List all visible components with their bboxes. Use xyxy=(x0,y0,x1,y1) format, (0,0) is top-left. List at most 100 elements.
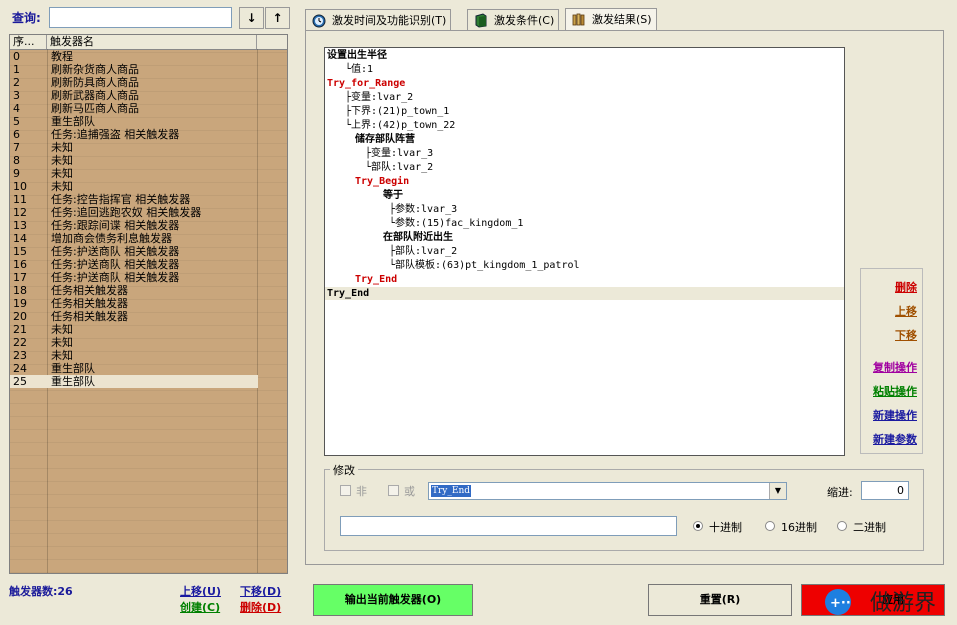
tree-node[interactable]: └值:1 xyxy=(345,63,373,76)
list-item-name: 任务:护送商队 相关触发器 xyxy=(51,245,180,258)
list-item[interactable]: 0 教程 xyxy=(10,50,258,63)
or-label: 或 xyxy=(404,485,415,498)
list-item[interactable]: 3 刷新武器商人商品 xyxy=(10,89,258,102)
list-item[interactable]: 25 重生部队 xyxy=(10,375,258,388)
list-item[interactable]: 6 任务:追捕强盗 相关触发器 xyxy=(10,128,258,141)
list-item[interactable]: 12 任务:追回逃跑农奴 相关触发器 xyxy=(10,206,258,219)
list-item-index: 3 xyxy=(13,89,20,102)
list-item[interactable]: 9 未知 xyxy=(10,167,258,180)
move-up-op-button[interactable]: 上移 xyxy=(895,303,917,319)
tab-timing[interactable]: 激发时间及功能识别(T) xyxy=(305,9,452,30)
copy-op-button[interactable]: 复制操作 xyxy=(873,359,917,375)
search-up-button[interactable]: ↑ xyxy=(265,7,290,29)
decimal-radio[interactable] xyxy=(693,521,703,531)
modify-group-title: 修改 xyxy=(330,462,358,478)
tab-results[interactable]: 激发结果(S) xyxy=(565,8,657,31)
list-item[interactable]: 18 任务相关触发器 xyxy=(10,284,258,297)
list-item-index: 1 xyxy=(13,63,20,76)
list-item[interactable]: 20 任务相关触发器 xyxy=(10,310,258,323)
list-item-name: 重生部队 xyxy=(51,362,95,375)
not-checkbox[interactable] xyxy=(340,485,351,496)
list-item-name: 教程 xyxy=(51,50,73,63)
tree-node[interactable]: 等于 xyxy=(383,189,403,202)
move-down-op-button[interactable]: 下移 xyxy=(895,327,917,343)
books-icon xyxy=(572,13,585,26)
list-item[interactable]: 8 未知 xyxy=(10,154,258,167)
create-link[interactable]: 创建(C) xyxy=(180,599,220,615)
list-item[interactable]: 4 刷新马匹商人商品 xyxy=(10,102,258,115)
new-param-button[interactable]: 新建参数 xyxy=(873,431,917,447)
column-header-index[interactable]: 序... xyxy=(10,35,47,49)
tree-node[interactable]: ├变量:lvar_2 xyxy=(345,91,413,104)
list-item[interactable]: 22 未知 xyxy=(10,336,258,349)
list-item[interactable]: 5 重生部队 xyxy=(10,115,258,128)
tree-node[interactable]: 储存部队阵营 xyxy=(355,133,415,146)
chevron-down-icon[interactable]: ▼ xyxy=(769,483,786,499)
list-item[interactable]: 13 任务:跟踪间谍 相关触发器 xyxy=(10,219,258,232)
operation-select-value: Try_End xyxy=(431,485,472,497)
reset-button[interactable]: 重置(R) xyxy=(648,584,792,616)
binary-radio[interactable] xyxy=(837,521,847,531)
list-item[interactable]: 19 任务相关触发器 xyxy=(10,297,258,310)
trigger-list[interactable]: 序... 触发器名 0 教程 1 刷新杂货商人商品 2 刷新防具商人商品 3 刷新武器商人商品… xyxy=(9,34,288,574)
list-item[interactable]: 21 未知 xyxy=(10,323,258,336)
list-item[interactable]: 14 增加商会债务利息触发器 xyxy=(10,232,258,245)
not-label: 非 xyxy=(356,485,367,498)
list-item-name: 任务:跟踪间谍 相关触发器 xyxy=(51,219,180,232)
tree-node[interactable]: └部队模板:(63)pt_kingdom_1_patrol xyxy=(389,259,580,272)
export-trigger-button[interactable]: 输出当前触发器(O) xyxy=(313,584,473,616)
tree-node[interactable]: ├参数:lvar_3 xyxy=(389,203,457,216)
tree-node[interactable]: Try_for_Range xyxy=(327,77,405,90)
paste-op-button[interactable]: 粘贴操作 xyxy=(873,383,917,399)
tree-node[interactable]: └上界:(42)p_town_22 xyxy=(345,119,455,132)
list-item-name: 增加商会债务利息触发器 xyxy=(51,232,172,245)
tree-node[interactable]: Try_Begin xyxy=(355,175,409,188)
delete-op-button[interactable]: 删除 xyxy=(895,279,917,295)
tree-node[interactable]: └参数:(15)fac_kingdom_1 xyxy=(389,217,523,230)
list-item-name: 任务相关触发器 xyxy=(51,310,128,323)
list-item-name: 未知 xyxy=(51,349,73,362)
list-item[interactable]: 23 未知 xyxy=(10,349,258,362)
tree-node[interactable]: 设置出生半径 xyxy=(327,49,387,62)
list-item[interactable]: 11 任务:控告指挥官 相关触发器 xyxy=(10,193,258,206)
list-item[interactable]: 7 未知 xyxy=(10,141,258,154)
tab-conditions[interactable]: 激发条件(C) xyxy=(467,9,560,30)
decimal-label: 十进制 xyxy=(709,521,742,534)
tree-node[interactable]: Try_End xyxy=(327,287,369,300)
search-down-button[interactable]: ↓ xyxy=(239,7,264,29)
tree-node[interactable]: ├变量:lvar_3 xyxy=(365,147,433,160)
list-item[interactable]: 17 任务:护送商队 相关触发器 xyxy=(10,271,258,284)
list-item[interactable]: 10 未知 xyxy=(10,180,258,193)
list-item[interactable]: 2 刷新防具商人商品 xyxy=(10,76,258,89)
tree-node[interactable]: ├下界:(21)p_town_1 xyxy=(345,105,449,118)
or-checkbox[interactable] xyxy=(388,485,399,496)
tree-node[interactable]: Try_End xyxy=(355,273,397,286)
indent-input[interactable]: 0 xyxy=(861,481,909,500)
list-item-index: 7 xyxy=(13,141,20,154)
list-header: 序... 触发器名 xyxy=(10,35,287,50)
new-op-button[interactable]: 新建操作 xyxy=(873,407,917,423)
tree-node[interactable]: ├部队:lvar_2 xyxy=(389,245,457,258)
delete-link[interactable]: 删除(D) xyxy=(240,599,281,615)
list-item[interactable]: 1 刷新杂货商人商品 xyxy=(10,63,258,76)
list-item-index: 16 xyxy=(13,258,27,271)
param-value-input[interactable] xyxy=(340,516,677,536)
list-item-index: 2 xyxy=(13,76,20,89)
tab-label: 激发结果(S) xyxy=(592,13,652,26)
tree-node[interactable]: └部队:lvar_2 xyxy=(365,161,433,174)
column-header-name[interactable]: 触发器名 xyxy=(47,35,257,49)
search-input[interactable] xyxy=(49,7,232,28)
list-item-name: 任务:追回逃跑农奴 相关触发器 xyxy=(51,206,202,219)
list-item[interactable]: 16 任务:护送商队 相关触发器 xyxy=(10,258,258,271)
move-down-link[interactable]: 下移(D) xyxy=(240,583,281,599)
list-item[interactable]: 15 任务:护送商队 相关触发器 xyxy=(10,245,258,258)
tree-node[interactable]: 在部队附近出生 xyxy=(383,231,453,244)
list-item-index: 12 xyxy=(13,206,27,219)
list-item-index: 23 xyxy=(13,349,27,362)
operation-select[interactable]: Try_End ▼ xyxy=(428,482,787,500)
hex-radio[interactable] xyxy=(765,521,775,531)
list-item[interactable]: 24 重生部队 xyxy=(10,362,258,375)
list-item-index: 19 xyxy=(13,297,27,310)
move-up-link[interactable]: 上移(U) xyxy=(180,583,221,599)
operation-tree[interactable]: 设置出生半径 └值:1 Try_for_Range ├变量:lvar_2 ├下界:(21… xyxy=(324,47,845,456)
